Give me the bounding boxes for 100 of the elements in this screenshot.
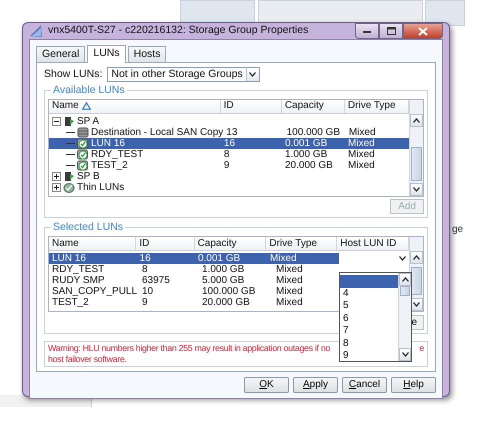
table-row[interactable]: LUN 16 16 0.001 GB Mixed — [49, 138, 409, 149]
dialog-button[interactable]: OK — [244, 376, 289, 393]
column-header[interactable]: ID — [220, 100, 282, 113]
table-cell: RUDY SMP — [52, 275, 105, 286]
sort-ascending-icon — [82, 102, 91, 110]
table-cell: Mixed — [276, 286, 303, 298]
tab[interactable]: LUNs — [87, 45, 126, 63]
table-cell: TEST_2 — [52, 297, 89, 308]
minimize-button[interactable] — [355, 23, 379, 39]
table-cell: 0.001 GB — [285, 138, 328, 149]
database-icon — [77, 126, 89, 138]
table-cell: 9 — [142, 297, 148, 308]
table-row[interactable]: Thin LUNs — [49, 182, 409, 193]
tab[interactable]: General — [36, 46, 86, 62]
background-window — [425, 0, 465, 26]
scroll-up-button[interactable] — [410, 251, 423, 264]
scroll-thumb[interactable] — [411, 146, 422, 181]
scroll-down-button[interactable] — [399, 348, 411, 361]
table-cell: 100.000 GB — [286, 126, 340, 138]
lun-check-icon — [77, 138, 89, 149]
column-header[interactable]: Name — [49, 100, 221, 113]
table-cell: 20.000 GB — [285, 160, 333, 171]
table-row[interactable]: LUN 16 16 0.001 GB Mixed — [49, 253, 409, 264]
table-row[interactable]: SP B — [49, 170, 409, 182]
scrollbar[interactable] — [398, 273, 411, 361]
table-cell: Mixed — [348, 148, 375, 160]
host-lun-id-dropdown[interactable] — [338, 253, 409, 264]
table-cell: 16 — [224, 138, 236, 149]
table-cell: Mixed — [270, 253, 297, 264]
warning-text: Warning: HLU numbers higher than 255 may result in application outages if no — [48, 342, 330, 354]
storage-processor-icon — [63, 116, 75, 127]
lun-check-icon — [77, 160, 89, 171]
table-cell: 1.000 GB — [202, 264, 244, 276]
scroll-down-button[interactable] — [410, 182, 423, 196]
table-cell: 9 — [224, 160, 230, 171]
tab[interactable]: Hosts — [128, 46, 166, 62]
scrollbar[interactable] — [409, 100, 423, 196]
table-cell: SP B — [77, 170, 100, 182]
expand-icon[interactable] — [52, 182, 61, 192]
list-option[interactable]: 6 — [340, 312, 398, 325]
close-button[interactable] — [403, 23, 443, 39]
scroll-thumb[interactable] — [400, 286, 410, 296]
background-text: ge — [452, 223, 464, 237]
table-cell: 20.000 GB — [202, 297, 250, 308]
list-option[interactable]: 8 — [340, 338, 398, 350]
table-cell: 5.000 GB — [202, 275, 244, 286]
table-cell: RDY_TEST — [52, 264, 104, 276]
list-option[interactable]: 5 — [340, 300, 398, 312]
table-cell: LUN 16 — [91, 138, 125, 149]
warning-text: host failover software. — [48, 354, 127, 364]
expand-icon[interactable] — [52, 172, 61, 181]
column-header[interactable]: Name — [49, 237, 136, 250]
list-option[interactable]: 4 — [340, 288, 398, 300]
window-title: vnx5400T-S27 - c220216132: Storage Group Properties — [48, 23, 308, 38]
table-cell: 0.001 GB — [198, 253, 240, 264]
table-cell: LUN 16 — [52, 253, 86, 264]
table-row[interactable]: SP A — [49, 116, 409, 127]
storage-processor-icon — [63, 170, 75, 182]
scroll-up-button[interactable] — [410, 114, 423, 127]
table-row[interactable]: TEST_2 9 20.000 GB Mixed — [49, 160, 409, 171]
dialog-button[interactable]: Apply — [293, 376, 338, 393]
dialog-button[interactable]: Help — [391, 376, 436, 393]
table-row[interactable]: RDY_TEST 8 1.000 GB Mixed — [49, 264, 409, 276]
list-option[interactable]: 9 — [340, 350, 398, 362]
table-cell: Destination - Local SAN Copy — [91, 126, 224, 138]
column-header[interactable]: Capacity — [194, 237, 266, 250]
collapse-icon[interactable] — [52, 116, 61, 126]
table-cell: 63975 — [142, 275, 170, 286]
caret-icon — [399, 256, 406, 262]
show-luns-dropdown[interactable]: Not in other Storage Groups — [107, 67, 260, 82]
maximize-icon — [386, 27, 396, 35]
dialog-button[interactable]: Cancel — [342, 376, 387, 393]
table-cell: SP A — [77, 116, 100, 127]
column-header[interactable]: Drive Type — [266, 237, 338, 250]
table-cell: RDY_TEST — [91, 148, 144, 160]
minimize-icon — [363, 28, 371, 34]
table-cell: Mixed — [276, 275, 303, 286]
table-cell: Mixed — [348, 126, 376, 138]
show-luns-label: Show LUNs: — [44, 67, 102, 82]
table-cell: Thin LUNs — [77, 182, 124, 193]
table-cell: 1.000 GB — [285, 148, 328, 160]
table-cell: Mixed — [276, 297, 303, 308]
maximize-button[interactable] — [379, 23, 403, 39]
table-cell: SAN_COPY_PULL — [52, 286, 138, 298]
column-header[interactable]: Capacity — [282, 100, 345, 113]
table-cell: Mixed — [348, 160, 375, 171]
thin-luns-icon — [63, 182, 75, 193]
scroll-up-button[interactable] — [399, 273, 411, 286]
lun-check-icon — [77, 148, 89, 160]
table-cell: 10 — [142, 286, 154, 298]
table-row[interactable]: RDY_TEST 8 1.000 GB Mixed — [49, 148, 409, 160]
table-cell: Mixed — [348, 138, 375, 149]
table-row[interactable]: Destination - Local SAN Copy 13 100.000 GB Mixed — [49, 126, 409, 138]
scroll-thumb[interactable] — [411, 267, 422, 296]
list-option[interactable]: 7 — [340, 325, 398, 338]
column-header[interactable]: ID — [136, 237, 195, 250]
table-cell: 8 — [224, 148, 230, 160]
table-cell: 13 — [226, 126, 238, 138]
table-cell: TEST_2 — [91, 160, 128, 171]
close-icon — [418, 26, 428, 36]
